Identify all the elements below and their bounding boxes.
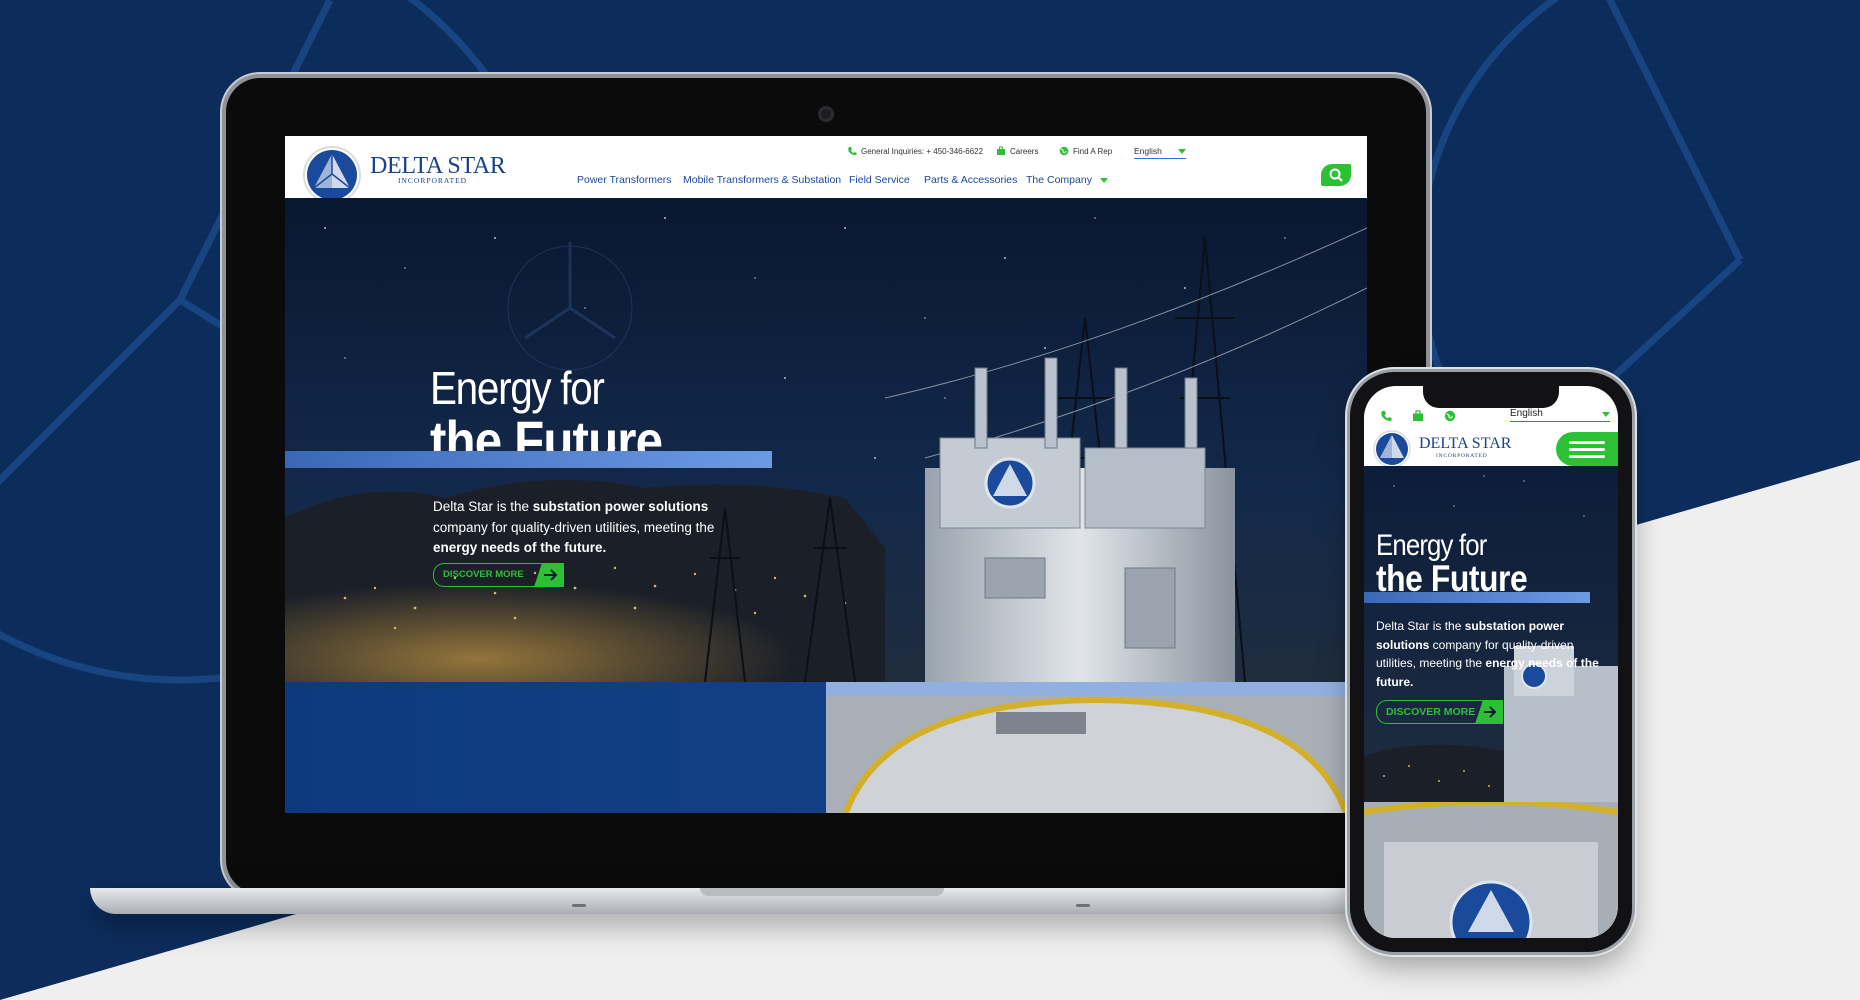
careers-text: Careers (1010, 146, 1039, 156)
search-icon (1329, 168, 1343, 182)
globe-icon[interactable] (1444, 410, 1456, 422)
hero-text-emphasis: substation power solutions (532, 499, 709, 514)
dropdown-caret-icon (1602, 412, 1610, 417)
nav-item-field-service[interactable]: Field Service (849, 174, 910, 186)
mobile-discover-more-label: DISCOVER MORE (1386, 706, 1476, 718)
site-header: DELTA STAR INCORPORATED General Inquirie… (285, 136, 1367, 204)
nav-item-parts-accessories[interactable]: Parts & Accessories (924, 174, 1017, 186)
hero-accent-bar (285, 451, 772, 468)
hero-text-part: Delta Star is the (433, 499, 533, 514)
feature-band-photo (826, 682, 1367, 813)
presentation-stage: DELTA STAR INCORPORATED General Inquirie… (0, 0, 1860, 1000)
utility-bar: General Inquiries: + 450-346-6622 Career… (847, 146, 1367, 162)
mobile-logo-subtitle: INCORPORATED (1436, 453, 1488, 459)
mobile-menu-button[interactable] (1556, 432, 1618, 466)
discover-more-label: DISCOVER MORE (443, 569, 524, 580)
laptop-screen: DELTA STAR INCORPORATED General Inquirie… (285, 136, 1367, 813)
phone-link[interactable]: General Inquiries: + 450-346-6622 (847, 146, 983, 156)
nav-item-the-company-label: The Company (1026, 174, 1092, 186)
find-rep-link[interactable]: Find A Rep (1059, 146, 1112, 156)
phone-notch (1423, 386, 1559, 408)
laptop-camera (818, 106, 834, 122)
phone-icon (848, 147, 857, 156)
nav-item-the-company[interactable]: The Company (1026, 174, 1108, 186)
transformer-interior-photo (826, 682, 1367, 813)
feature-band-blue (285, 682, 826, 813)
main-navigation: Power Transformers Mobile Transformers &… (285, 174, 1367, 190)
find-rep-text: Find A Rep (1073, 146, 1113, 156)
laptop-foot (1076, 904, 1090, 907)
mobile-logo-wordmark[interactable]: DELTA STAR (1419, 435, 1511, 453)
hamburger-menu-icon (1569, 441, 1605, 458)
mobile-transformer-photo (1364, 802, 1618, 938)
delta-star-emblem-icon[interactable] (1372, 429, 1412, 469)
hero-text-part: Delta Star is the (1376, 619, 1465, 633)
nav-item-power-transformers[interactable]: Power Transformers (577, 174, 672, 186)
careers-link[interactable]: Careers (996, 146, 1038, 156)
phone-text: General Inquiries: + 450-346-6622 (861, 146, 984, 156)
phone-screen: English DELTA STAR INCORPORATED Energy f… (1364, 386, 1618, 938)
briefcase-icon (997, 146, 1005, 155)
hero-section: Energy for the Future Delta Star is the … (285, 198, 1367, 682)
language-select[interactable]: English (1134, 146, 1186, 159)
nav-item-mobile-transformers[interactable]: Mobile Transformers & Substation (683, 174, 841, 186)
hero-text-part: company for quality-driven utilities, me… (433, 519, 715, 535)
hero-text-emphasis: energy needs of the future. (433, 540, 607, 555)
mobile-hero-description: Delta Star is the substation power solut… (1376, 617, 1600, 691)
discover-more-button[interactable]: DISCOVER MORE (433, 563, 564, 587)
arrow-right-icon (534, 563, 564, 587)
laptop-foot (572, 904, 586, 907)
mobile-language-value: English (1510, 408, 1543, 419)
chevron-down-icon (1099, 177, 1108, 183)
hero-heading-line1: Energy for (430, 362, 605, 414)
laptop-opening-notch (700, 888, 944, 896)
search-button[interactable] (1321, 164, 1351, 186)
mobile-discover-more-button[interactable]: DISCOVER MORE (1376, 700, 1503, 724)
globe-icon (1059, 146, 1069, 156)
briefcase-icon[interactable] (1412, 410, 1424, 422)
mobile-language-select[interactable]: English (1510, 408, 1610, 422)
mobile-hero-accent-bar (1364, 592, 1590, 603)
hero-description: Delta Star is the substation power solut… (433, 497, 733, 559)
language-value: English (1134, 146, 1162, 156)
transformer-interior-photo (1364, 802, 1618, 938)
mobile-hero-section: Energy for the Future Delta Star is the … (1364, 466, 1618, 802)
arrow-right-icon (1475, 700, 1503, 724)
phone-icon[interactable] (1380, 410, 1392, 422)
dropdown-caret-icon (1178, 149, 1186, 154)
